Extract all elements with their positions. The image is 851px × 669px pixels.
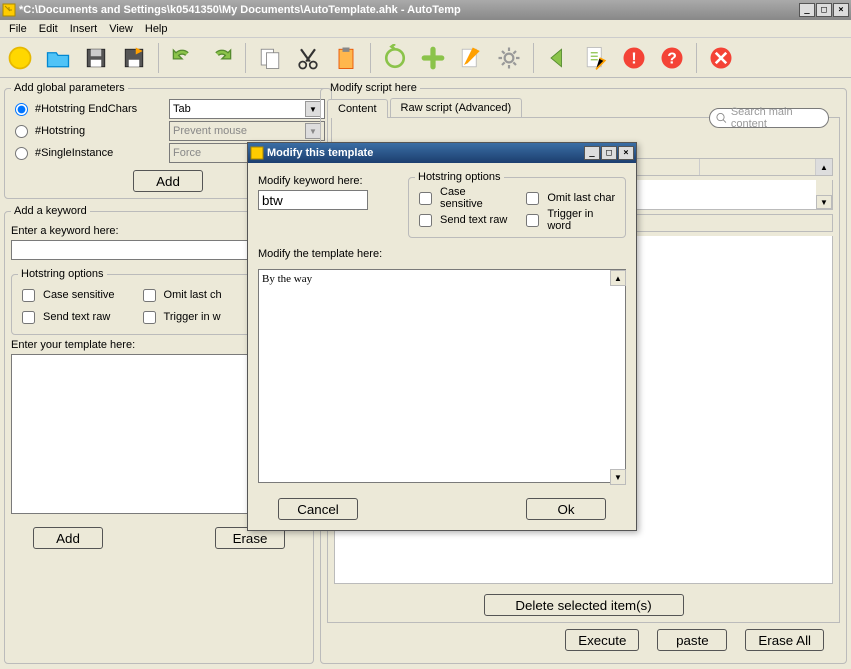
minimize-button[interactable]: _ (799, 3, 815, 17)
close-button[interactable]: × (833, 3, 849, 17)
execute-button[interactable]: Execute (565, 629, 639, 651)
svg-text:!: ! (631, 50, 636, 67)
cut-icon[interactable] (292, 42, 324, 74)
menu-file[interactable]: File (3, 21, 33, 37)
help-icon[interactable]: ? (656, 42, 688, 74)
maximize-button[interactable]: □ (816, 3, 832, 17)
undo-icon[interactable] (167, 42, 199, 74)
document-edit-icon[interactable] (580, 42, 612, 74)
menu-insert[interactable]: Insert (64, 21, 104, 37)
dialog-maximize-button[interactable]: □ (601, 146, 617, 160)
new-icon[interactable] (4, 42, 36, 74)
edit-icon[interactable] (455, 42, 487, 74)
menu-edit[interactable]: Edit (33, 21, 64, 37)
radio-label-hotstring: #Hotstring (35, 125, 165, 137)
modal-hotstring-legend: Hotstring options (415, 171, 504, 183)
modify-keyword-label: Modify keyword here: (258, 175, 398, 187)
redo-icon[interactable] (205, 42, 237, 74)
modal-trigger-label: Trigger in word (547, 208, 619, 232)
check-send-raw[interactable] (22, 311, 35, 324)
tab-content[interactable]: Content (327, 99, 388, 118)
modal-omit-label: Omit last char (547, 192, 615, 204)
copy-icon[interactable] (254, 42, 286, 74)
svg-text:?: ? (667, 50, 677, 67)
open-icon[interactable] (42, 42, 74, 74)
ok-button[interactable]: Ok (526, 498, 606, 520)
radio-label-singleinstance: #SingleInstance (35, 147, 165, 159)
combo-endchars[interactable]: Tab▼ (169, 99, 325, 119)
modal-check-case[interactable] (419, 192, 432, 205)
add-global-button[interactable]: Add (133, 170, 203, 192)
modal-check-raw[interactable] (419, 214, 432, 227)
window-title: *C:\Documents and Settings\k0541350\My D… (19, 4, 461, 16)
modify-script-legend: Modify script here (327, 82, 420, 94)
error-icon[interactable]: ! (618, 42, 650, 74)
check-raw-label: Send text raw (43, 311, 110, 323)
add-template-button[interactable]: Add (33, 527, 103, 549)
global-params-legend: Add global parameters (11, 82, 128, 94)
radio-hotstring-endchars[interactable] (15, 103, 28, 116)
delete-icon[interactable] (705, 42, 737, 74)
grid-col-2[interactable] (700, 159, 816, 175)
add-keyword-legend: Add a keyword (11, 205, 90, 217)
toolbar: ! ? (0, 38, 851, 78)
hotstring-legend: Hotstring options (18, 268, 107, 280)
save-as-icon[interactable] (118, 42, 150, 74)
search-placeholder: Search main content (731, 106, 822, 130)
modify-template-textarea[interactable] (258, 269, 626, 483)
check-trigger-label: Trigger in w (164, 311, 221, 323)
modal-case-label: Case sensitive (440, 186, 510, 210)
modify-template-label: Modify the template here: (258, 248, 626, 260)
modal-check-omit[interactable] (526, 192, 539, 205)
settings-icon[interactable] (493, 42, 525, 74)
app-icon (2, 3, 16, 17)
search-input[interactable]: Search main content (709, 108, 829, 128)
menu-bar: File Edit Insert View Help (0, 20, 851, 38)
grid-scroll-up-icon[interactable]: ▲ (816, 159, 832, 175)
modal-scroll-up-icon[interactable]: ▲ (610, 270, 626, 286)
dialog-minimize-button[interactable]: _ (584, 146, 600, 160)
check-case-sensitive[interactable] (22, 289, 35, 302)
menu-view[interactable]: View (103, 21, 139, 37)
check-omit-last[interactable] (143, 289, 156, 302)
radio-label-endchars: #Hotstring EndChars (35, 103, 165, 115)
cancel-button[interactable]: Cancel (278, 498, 358, 520)
back-icon[interactable] (542, 42, 574, 74)
check-trigger-word[interactable] (143, 311, 156, 324)
modify-keyword-input[interactable] (258, 190, 368, 210)
dialog-close-button[interactable]: × (618, 146, 634, 160)
paste-icon[interactable] (330, 42, 362, 74)
save-icon[interactable] (80, 42, 112, 74)
search-icon (716, 112, 727, 124)
add-icon[interactable] (417, 42, 449, 74)
delete-selected-button[interactable]: Delete selected item(s) (484, 594, 684, 616)
check-omit-label: Omit last ch (164, 289, 222, 301)
check-case-label: Case sensitive (43, 289, 115, 301)
tab-raw-script[interactable]: Raw script (Advanced) (390, 98, 523, 117)
modal-scroll-down-icon[interactable]: ▼ (610, 469, 626, 485)
modal-raw-label: Send text raw (440, 214, 507, 226)
modify-template-dialog: Modify this template _ □ × Modify keywor… (247, 142, 637, 531)
combo-hotstring[interactable]: Prevent mouse▼ (169, 121, 325, 141)
paste-button[interactable]: paste (657, 629, 727, 651)
refresh-icon[interactable] (379, 42, 411, 74)
grid-scroll-down-icon[interactable]: ▼ (816, 195, 832, 209)
menu-help[interactable]: Help (139, 21, 174, 37)
window-titlebar: *C:\Documents and Settings\k0541350\My D… (0, 0, 851, 20)
dialog-icon (250, 146, 264, 160)
dialog-title: Modify this template (267, 147, 373, 159)
erase-all-button[interactable]: Erase All (745, 629, 824, 651)
radio-hotstring[interactable] (15, 125, 28, 138)
modal-hotstring-group: Hotstring options Case sensitive Send te… (408, 171, 626, 238)
radio-singleinstance[interactable] (15, 147, 28, 160)
modal-check-trigger[interactable] (526, 214, 539, 227)
